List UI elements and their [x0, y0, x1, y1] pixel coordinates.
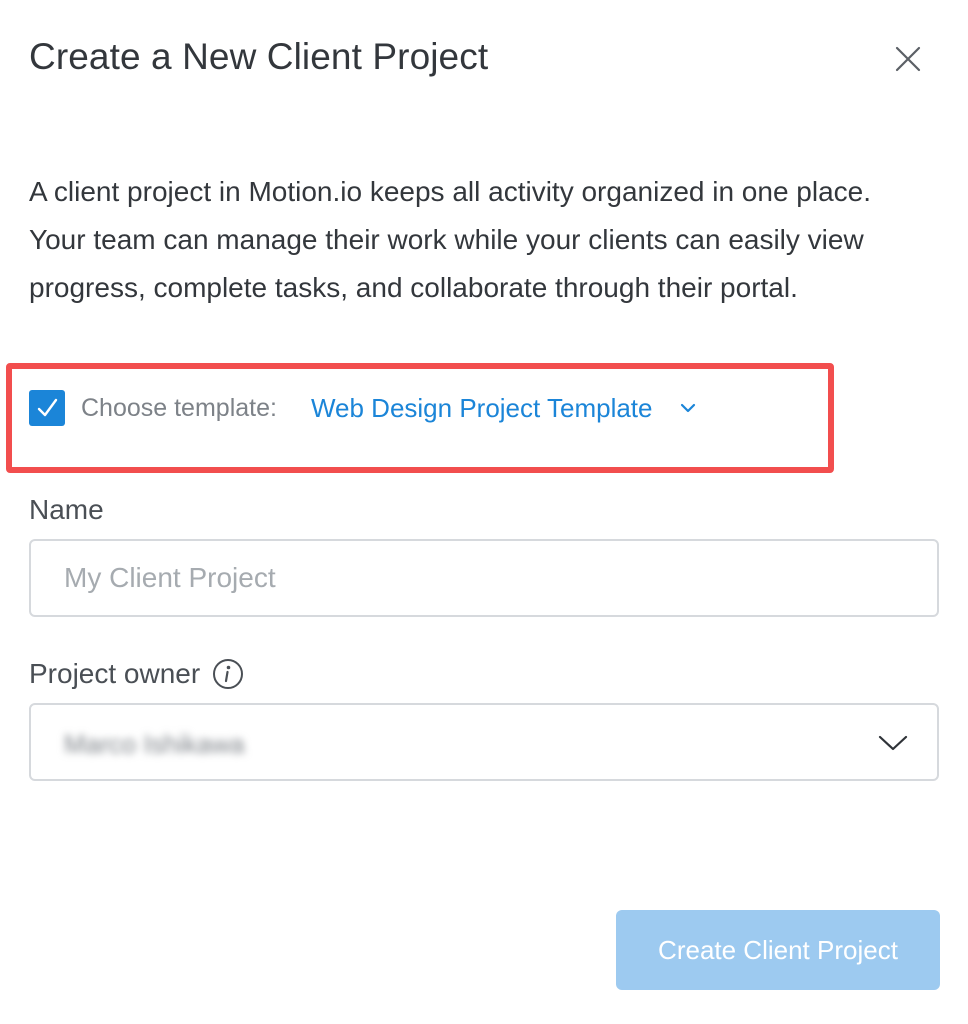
close-icon [895, 46, 921, 72]
template-row: Choose template: Web Design Project Temp… [29, 388, 701, 428]
name-input[interactable] [31, 541, 937, 615]
template-label: Choose template: [81, 393, 277, 422]
template-dropdown[interactable]: Web Design Project Template [311, 393, 653, 424]
project-owner-value: Marco Ishikawa [64, 729, 245, 759]
name-label: Name [29, 494, 104, 525]
create-client-project-button[interactable]: Create Client Project [616, 910, 940, 990]
template-checkbox[interactable] [29, 390, 65, 426]
dialog-title: Create a New Client Project [29, 36, 489, 77]
project-owner-label-row: Project owner [29, 658, 244, 690]
template-chevron-button[interactable] [679, 397, 701, 419]
info-icon[interactable] [212, 658, 244, 690]
name-field-wrapper [29, 539, 939, 617]
checkmark-icon [37, 398, 58, 417]
create-client-project-dialog: Create a New Client Project A client pro… [0, 0, 968, 1024]
project-owner-label: Project owner [29, 658, 201, 689]
close-button[interactable] [892, 43, 924, 75]
chevron-down-icon [680, 403, 695, 413]
project-owner-select[interactable]: Marco Ishikawa [29, 703, 939, 781]
chevron-down-icon [878, 735, 908, 751]
dialog-description: A client project in Motion.io keeps all … [29, 176, 872, 303]
